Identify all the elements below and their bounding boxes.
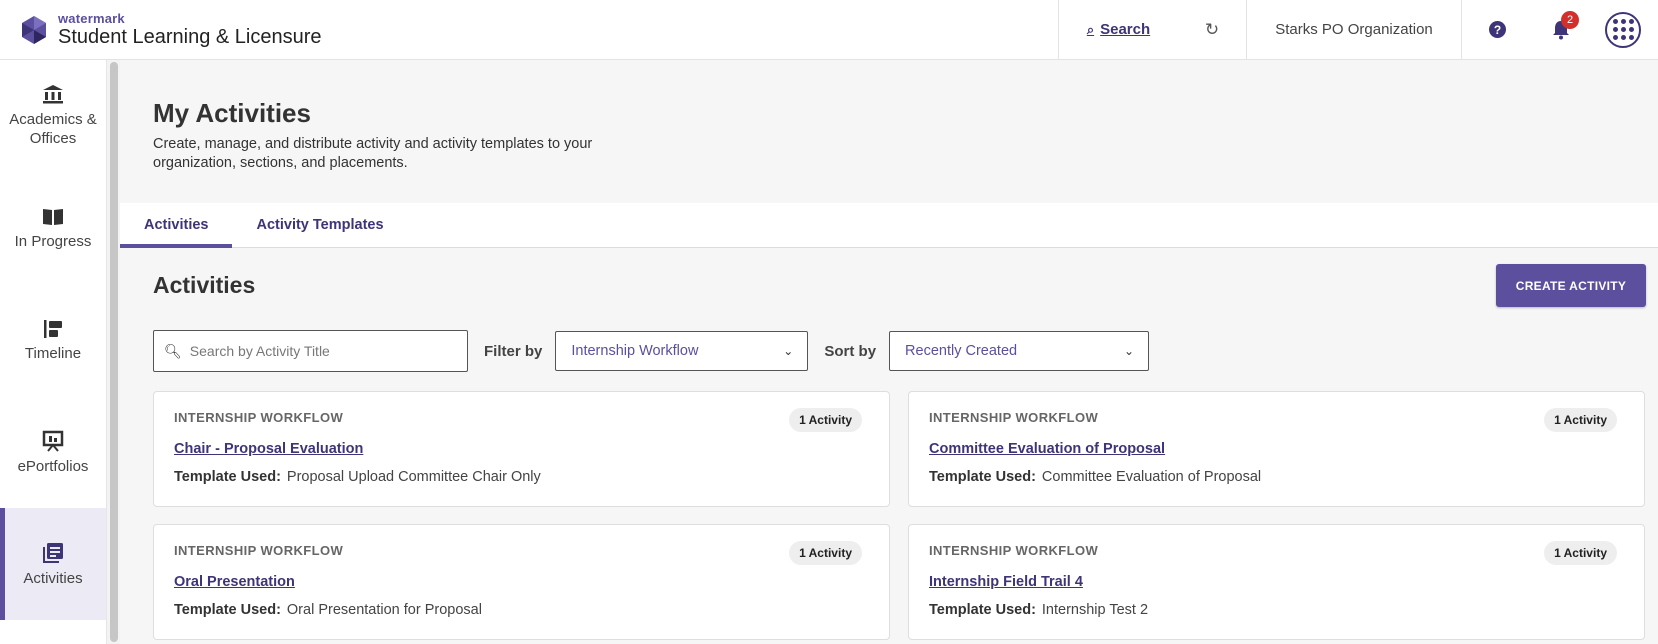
filter-select[interactable]: Internship Workflow ⌄: [555, 331, 809, 371]
sidebar-item-label: Timeline: [24, 344, 82, 362]
search-icon: ⌕: [1086, 21, 1095, 37]
search-placeholder: Search by Activity Title: [189, 343, 330, 359]
sidebar: Academics & Offices In Progress Timeline…: [0, 60, 106, 644]
main-content: My Activities Create, manage, and distri…: [120, 60, 1658, 644]
template-label: Template Used:: [174, 469, 281, 485]
template-label: Template Used:: [929, 469, 1036, 485]
card-workflow-label: INTERNSHIP WORKFLOW: [929, 543, 1099, 558]
sidebar-item-in-progress[interactable]: In Progress: [0, 172, 106, 284]
activity-title-link[interactable]: Committee Evaluation of Proposal: [929, 441, 1624, 457]
tab-activities[interactable]: Activities: [120, 203, 233, 248]
sidebar-item-eportfolios[interactable]: ePortfolios: [0, 396, 106, 508]
organization-switcher[interactable]: Starks PO Organization: [1246, 0, 1461, 60]
organization-name: Starks PO Organization: [1275, 21, 1433, 38]
presentation-icon: [42, 430, 64, 452]
activity-card: INTERNSHIP WORKFLOW 1 Activity Chair - P…: [153, 391, 890, 507]
header-search-link[interactable]: ⌕ Search: [1058, 0, 1178, 60]
activity-count-badge: 1 Activity: [789, 541, 862, 565]
sort-select[interactable]: Recently Created ⌄: [889, 331, 1150, 371]
template-name: Oral Presentation for Proposal: [286, 602, 482, 618]
sidebar-item-activities[interactable]: Activities: [0, 508, 106, 620]
activities-panel: Activities CREATE ACTIVITY 🔍︎ Search by …: [120, 248, 1658, 643]
filter-label: Filter by: [484, 342, 543, 360]
sync-button[interactable]: ↻: [1178, 0, 1246, 60]
book-icon: [43, 208, 63, 225]
brand-title: Student Learning & Licensure: [58, 26, 322, 48]
filter-bar: 🔍︎ Search by Activity Title Filter by In…: [153, 330, 1150, 372]
template-used: Template Used: Proposal Upload Committee …: [174, 469, 869, 485]
template-used: Template Used: Committee Evaluation of Pr…: [929, 469, 1624, 485]
template-used: Template Used: Oral Presentation for Prop…: [174, 602, 869, 618]
chevron-down-icon: ⌄: [1123, 344, 1135, 358]
institution-icon: [43, 85, 63, 104]
sidebar-item-timeline[interactable]: Timeline: [0, 284, 106, 396]
top-header: watermark Student Learning & Licensure ⌕…: [0, 0, 1658, 60]
apps-menu-button[interactable]: [1589, 0, 1657, 60]
activity-title-link[interactable]: Internship Field Trail 4: [929, 574, 1624, 590]
help-button[interactable]: ?: [1461, 0, 1533, 60]
activity-card: INTERNSHIP WORKFLOW 1 Activity Committee…: [908, 391, 1645, 507]
sidebar-item-label: Activities: [23, 569, 83, 587]
sidebar-item-label: In Progress: [14, 232, 92, 250]
help-icon: ?: [1489, 21, 1506, 38]
notifications-button[interactable]: 2: [1533, 0, 1589, 60]
tab-bar: Activities Activity Templates: [120, 203, 1658, 248]
watermark-logo-icon: [22, 15, 46, 44]
activity-card-grid: INTERNSHIP WORKFLOW 1 Activity Chair - P…: [153, 391, 1645, 640]
activity-count-badge: 1 Activity: [789, 408, 862, 432]
card-workflow-label: INTERNSHIP WORKFLOW: [174, 410, 344, 425]
apps-grid-icon: [1605, 11, 1641, 48]
section-title: Activities: [153, 272, 256, 298]
sync-icon: ↻: [1204, 19, 1220, 39]
timeline-icon: [44, 319, 62, 338]
sidebar-scrollbar[interactable]: [106, 60, 120, 644]
activities-icon: [43, 542, 63, 563]
activity-title-link[interactable]: Chair - Proposal Evaluation: [174, 441, 869, 457]
page-description: Create, manage, and distribute activity …: [153, 136, 593, 171]
sidebar-scroll-thumb[interactable]: [110, 62, 118, 642]
template-label: Template Used:: [174, 602, 281, 618]
tab-activity-templates[interactable]: Activity Templates: [232, 203, 407, 247]
activity-count-badge: 1 Activity: [1544, 408, 1617, 432]
activity-title-link[interactable]: Oral Presentation: [174, 574, 869, 590]
filter-value: Internship Workflow: [571, 343, 699, 359]
chevron-down-icon: ⌄: [783, 344, 794, 358]
create-activity-button[interactable]: CREATE ACTIVITY: [1496, 264, 1646, 307]
card-workflow-label: INTERNSHIP WORKFLOW: [929, 410, 1099, 425]
notification-badge: 2: [1561, 10, 1579, 29]
activity-count-badge: 1 Activity: [1544, 541, 1617, 565]
template-name: Committee Evaluation of Proposal: [1041, 469, 1262, 485]
activity-search-input[interactable]: 🔍︎ Search by Activity Title: [153, 330, 468, 372]
template-name: Internship Test 2: [1041, 602, 1149, 618]
activity-card: INTERNSHIP WORKFLOW 1 Activity Oral Pres…: [153, 524, 890, 640]
activity-card: INTERNSHIP WORKFLOW 1 Activity Internshi…: [908, 524, 1645, 640]
page-title: My Activities: [153, 98, 311, 128]
search-icon: 🔍︎: [164, 342, 182, 359]
header-search-label: Search: [1100, 21, 1151, 38]
brand-small: watermark: [58, 11, 125, 26]
page-header: My Activities Create, manage, and distri…: [120, 60, 1658, 203]
card-workflow-label: INTERNSHIP WORKFLOW: [174, 543, 344, 558]
logo[interactable]: watermark Student Learning & Licensure: [0, 0, 1058, 60]
template-name: Proposal Upload Committee Chair Only: [286, 469, 541, 485]
sidebar-item-label: ePortfolios: [17, 457, 89, 475]
sort-label: Sort by: [824, 342, 877, 360]
template-label: Template Used:: [929, 602, 1036, 618]
sort-value: Recently Created: [905, 343, 1018, 359]
sidebar-item-academics[interactable]: Academics & Offices: [0, 60, 106, 172]
sidebar-item-label: Academics & Offices: [9, 111, 97, 147]
template-used: Template Used: Internship Test 2: [929, 602, 1624, 618]
